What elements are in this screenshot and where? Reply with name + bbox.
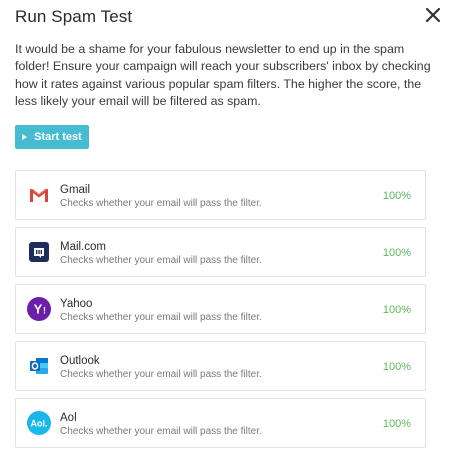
spam-test-dialog: Run Spam Test It would be a shame for yo… [0, 0, 450, 453]
provider-row-gmail: Gmail Checks whether your email will pas… [15, 170, 426, 220]
provider-name: Gmail [60, 184, 91, 196]
close-icon[interactable] [424, 6, 442, 24]
start-test-label: Start test [34, 131, 82, 143]
svg-text:!: ! [43, 306, 46, 316]
provider-score: 100% [382, 190, 411, 202]
provider-row-outlook: Outlook Checks whether your email will p… [15, 341, 426, 391]
provider-score: 100% [382, 304, 411, 316]
provider-row-mailcom: Mail.com Checks whether your email will … [15, 227, 426, 277]
provider-list: Gmail Checks whether your email will pas… [15, 170, 426, 453]
dialog-title: Run Spam Test [15, 7, 133, 26]
provider-score: 100% [382, 361, 411, 373]
provider-description: Checks whether your email will pass the … [60, 198, 262, 209]
provider-name: Mail.com [60, 241, 107, 253]
gmail-logo-icon [30, 189, 48, 202]
provider-score: 100% [382, 247, 411, 259]
svg-text:Aol.: Aol. [31, 419, 48, 429]
provider-name: Outlook [60, 355, 100, 367]
provider-row-yahoo: Y ! Yahoo Checks whether your email will… [15, 284, 426, 334]
provider-description: Checks whether your email will pass the … [60, 312, 262, 323]
mailcom-logo-icon [29, 242, 49, 262]
provider-name: Aol [60, 412, 77, 424]
start-test-button[interactable]: Start test [15, 125, 89, 149]
provider-description: Checks whether your email will pass the … [60, 255, 262, 266]
outlook-logo-icon [30, 358, 48, 374]
play-icon [22, 134, 28, 140]
provider-row-aol: Aol. Aol Checks whether your email will … [15, 398, 426, 448]
provider-description: Checks whether your email will pass the … [60, 426, 262, 437]
provider-description: Checks whether your email will pass the … [60, 369, 262, 380]
aol-logo-icon: Aol. [27, 411, 51, 435]
yahoo-logo-icon: Y ! [27, 297, 51, 321]
svg-text:Y: Y [34, 302, 43, 317]
dialog-description: It would be a shame for your fabulous ne… [15, 42, 431, 108]
provider-name: Yahoo [60, 298, 93, 310]
provider-score: 100% [382, 418, 411, 430]
